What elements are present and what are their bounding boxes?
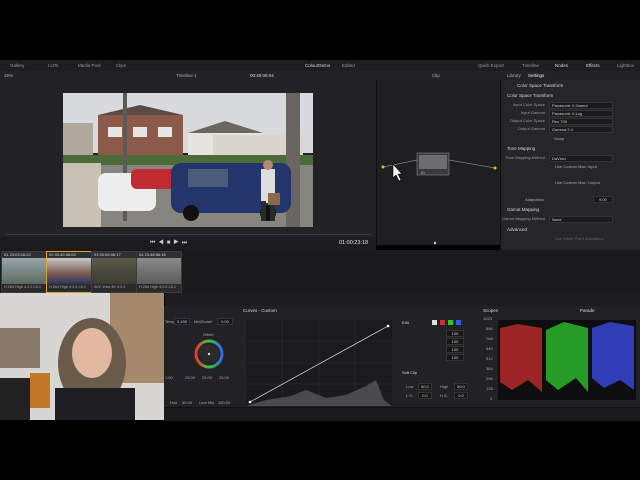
gamut-mapping-select[interactable]: None — [549, 216, 613, 223]
curves-title: Curves - Custom — [243, 308, 277, 313]
street-scene-image — [63, 93, 313, 227]
scope-axis: 1023 896 768 640 512 384 256 128 0 — [483, 316, 493, 401]
red-channel-button[interactable] — [440, 320, 445, 325]
timeline-button[interactable]: Timeline — [522, 63, 539, 68]
project-status: Edited — [342, 63, 355, 68]
soft-clip-hs[interactable]: 0.0 — [454, 392, 468, 399]
gallery-tab[interactable]: Gallery — [10, 63, 24, 68]
section-gamut-mapping[interactable]: Gamut Mapping — [507, 207, 539, 212]
viewer-timecode: 00:45:08:04 — [250, 73, 274, 78]
edit-value-r[interactable]: 100 — [446, 338, 464, 345]
project-title: ColourDemo — [305, 63, 331, 68]
primaries-panel: Temp 0.435 Mid/Detail 0.00 Offset 25.00 … — [164, 306, 240, 407]
clip-item[interactable]: 04 23:48:56:16 H.264 High 4:2:2 L5.1 — [136, 251, 182, 293]
presenter-image — [0, 293, 164, 420]
effects-button[interactable]: Effects — [586, 63, 600, 68]
input-color-space-select[interactable]: Panasonic V-Gamut — [549, 102, 613, 109]
edit-value-b[interactable]: 100 — [446, 354, 464, 361]
node-editor[interactable]: 01 — [376, 80, 501, 245]
custom-max-output-checkbox[interactable]: Use Custom Max. Output — [555, 180, 600, 185]
playback-controls[interactable]: ⏮◀■▶⏭ — [150, 240, 190, 247]
offset-label: Offset — [203, 332, 214, 337]
lightbox-button[interactable]: Lightbox — [617, 63, 634, 68]
adaptation-label: Adaptation — [525, 197, 545, 202]
clip-thumbnail — [47, 258, 91, 284]
scopes-panel: Scopes Parade 1023 896 768 640 512 384 2… — [480, 306, 640, 407]
luts-tab[interactable]: LUTs — [48, 63, 58, 68]
scope-mode-select[interactable]: Parade — [580, 308, 595, 313]
inspector-panel: Color Space Transform Color Space Transf… — [500, 80, 640, 250]
edit-value-y[interactable]: 100 — [446, 330, 464, 337]
soft-clip-low[interactable]: 50.0 — [418, 383, 432, 390]
clip-strip: 01 23:03:16:22 H.264 High 4:2:2 L5.1 02 … — [0, 250, 640, 293]
curves-panel: Curves - Custom — [240, 306, 396, 407]
green-channel-button[interactable] — [448, 320, 453, 325]
temp-field[interactable]: 0.435 — [174, 318, 190, 325]
scrubber-track[interactable] — [6, 234, 372, 235]
soft-clip-ls[interactable]: 0.0 — [418, 392, 432, 399]
clip-mode-selector[interactable]: Clip — [432, 73, 440, 78]
inspector-tab-library[interactable]: Library — [507, 73, 521, 78]
webcam-overlay — [0, 293, 164, 420]
curve-edit-panel: Edit 100 100 100 100 Soft Clip Low 50.0 … — [396, 306, 480, 407]
clip-item-selected[interactable]: 02 00:45:08:04 H.264 High 4:2:2 L5.1 — [46, 251, 92, 293]
blue-channel-button[interactable] — [456, 320, 461, 325]
luma-channel-button[interactable] — [432, 320, 437, 325]
custom-max-input-checkbox[interactable]: Use Custom Max. Input — [555, 164, 597, 169]
tone-mapping-select[interactable]: DaVinci — [549, 155, 613, 162]
media-pool-tab[interactable]: Media Pool — [78, 63, 101, 68]
swap-button[interactable]: Swap — [554, 136, 564, 141]
node-graph — [381, 152, 497, 245]
clips-tab[interactable]: Clips — [116, 63, 126, 68]
soft-clip-label: Soft Clip — [402, 370, 418, 375]
edit-value-g[interactable]: 100 — [446, 346, 464, 353]
section-advanced[interactable]: Advanced — [507, 227, 527, 232]
soft-clip-high[interactable]: 50.0 — [454, 383, 468, 390]
record-timecode: 01:00:23:18 — [339, 240, 369, 246]
offset-color-wheel[interactable] — [194, 339, 224, 369]
quick-export-button[interactable]: Quick Export — [478, 63, 504, 68]
curves-graph[interactable] — [246, 320, 392, 406]
inspector-tab-settings[interactable]: Settings — [528, 73, 544, 78]
input-gamma-select[interactable]: Panasonic V-Log — [549, 110, 613, 117]
output-gamma-select[interactable]: Gamma 2.4 — [549, 126, 613, 133]
page-navigation-bar[interactable] — [164, 407, 640, 421]
palette-toolbar[interactable] — [165, 293, 640, 306]
clip-thumbnail — [92, 258, 136, 284]
clip-item[interactable]: 03 00:55:06:17 AVC Intra 4K 4:2:2 — [91, 251, 137, 293]
clip-item[interactable]: 01 23:03:16:22 H.264 High 4:2:2 L5.1 — [1, 251, 47, 293]
transport-bar: ⏮◀■▶⏭ 01:00:23:18 — [0, 234, 376, 250]
timeline-selector[interactable]: Timeline 1 — [176, 73, 197, 78]
adaptation-field[interactable]: 9.00 — [593, 196, 613, 203]
parade-scope — [498, 320, 636, 400]
mid-detail-field[interactable]: 0.00 — [217, 318, 233, 325]
section-color-space-transform[interactable]: Color Space Transform — [507, 93, 553, 98]
inspector-title: Color Space Transform — [517, 83, 564, 88]
video-frame[interactable] — [63, 93, 313, 227]
node-label: 01 — [421, 171, 425, 175]
zoom-level[interactable]: 39% — [4, 73, 13, 78]
clip-thumbnail — [2, 258, 46, 284]
white-point-adaptation[interactable]: Use White Point Adaptation — [555, 236, 604, 241]
output-color-space-select[interactable]: Rec.709 — [549, 118, 613, 125]
clip-thumbnail — [137, 258, 181, 284]
nodes-button[interactable]: Nodes — [555, 63, 568, 68]
section-tone-mapping[interactable]: Tone Mapping — [507, 146, 535, 151]
viewer-toolbar: 39% Timeline 1 00:45:08:04 Clip Library … — [0, 71, 640, 80]
scopes-title: Scopes — [483, 308, 499, 313]
